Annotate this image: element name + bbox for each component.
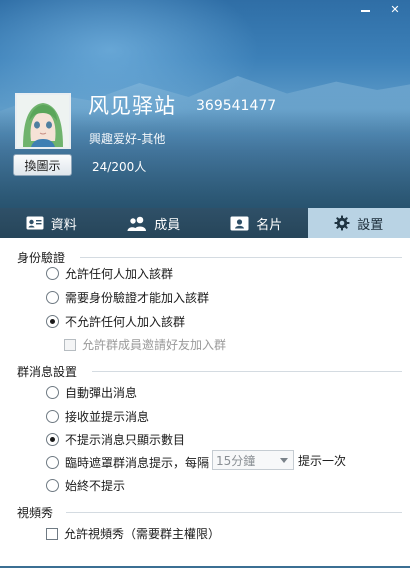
invite-friends-checkbox[interactable]: 允許群成員邀請好友加入群 (64, 336, 226, 353)
group-interest: 興趣爱好-其他 (89, 132, 166, 146)
option-label: 不允許任何人加入該群 (65, 315, 186, 329)
change-avatar-button[interactable]: 換圖示 (13, 154, 72, 176)
msg-option-count-only[interactable]: 不提示消息只顯示數目 (46, 431, 185, 448)
tab-info-label: 資料 (50, 217, 77, 233)
group-header: ✕ 风见驿站 369541477 興趣爱好-其他 換圖示 24/200人 (0, 0, 410, 208)
checkbox[interactable] (64, 338, 76, 351)
radio-button[interactable] (46, 291, 59, 304)
auth-option-anyone[interactable]: 允許任何人加入該群 (46, 265, 173, 282)
tab-settings-label: 設置 (357, 217, 384, 233)
avatar-image (17, 95, 69, 147)
radio-button[interactable] (46, 456, 59, 469)
auth-option-none[interactable]: 不允許任何人加入該群 (46, 313, 185, 330)
radio-button[interactable] (46, 315, 59, 328)
business-card-icon (230, 216, 249, 230)
group-avatar[interactable] (15, 93, 71, 149)
section-divider (66, 512, 402, 513)
msg-option-temp-block[interactable]: 臨時遮罩群消息提示，每隔 (46, 454, 209, 471)
section-divider (80, 257, 402, 258)
radio-button[interactable] (46, 433, 59, 446)
interval-select-value: 15分鐘 (216, 453, 256, 468)
option-label: 自動彈出消息 (65, 386, 138, 400)
msg-option-never[interactable]: 始終不提示 (46, 477, 125, 494)
auth-section-title: 身份驗證 (17, 251, 66, 265)
chevron-down-icon (280, 458, 288, 463)
close-button[interactable]: ✕ (380, 0, 410, 18)
option-label: 始終不提示 (65, 479, 126, 493)
msg-option-popup[interactable]: 自動彈出消息 (46, 384, 137, 401)
tab-info[interactable]: 資料 (0, 208, 103, 238)
group-name: 风见驿站 (88, 94, 176, 118)
radio-button[interactable] (46, 267, 59, 280)
radio-selected-dot (50, 437, 55, 442)
interval-suffix: 提示一次 (298, 454, 347, 468)
section-divider (92, 371, 402, 372)
gear-icon (334, 215, 350, 231)
radio-selected-dot (50, 319, 55, 324)
id-card-icon (26, 216, 44, 230)
tab-members-label: 成員 (154, 217, 181, 233)
group-id: 369541477 (196, 98, 277, 114)
interval-select[interactable]: 15分鐘 (212, 450, 294, 470)
message-section-title: 群消息設置 (17, 365, 78, 379)
option-label: 不提示消息只顯示數目 (65, 433, 186, 447)
tab-card[interactable]: 名片 (205, 208, 308, 238)
radio-button[interactable] (46, 479, 59, 492)
members-icon (127, 216, 147, 231)
option-label: 允許任何人加入該群 (65, 267, 174, 281)
radio-button[interactable] (46, 410, 59, 423)
minimize-button[interactable] (350, 0, 380, 18)
video-show-checkbox[interactable]: 允許視頻秀（需要群主權限） (46, 525, 220, 542)
checkbox[interactable] (46, 527, 58, 540)
option-label: 接收並提示消息 (65, 410, 150, 424)
auth-option-verify[interactable]: 需要身份驗證才能加入該群 (46, 289, 209, 306)
window-controls: ✕ (350, 0, 410, 18)
tab-settings[interactable]: 設置 (307, 208, 410, 238)
tab-card-label: 名片 (256, 217, 283, 233)
video-section-title: 視頻秀 (17, 506, 54, 520)
radio-button[interactable] (46, 386, 59, 399)
member-count: 24/200人 (92, 160, 147, 174)
tab-bar: 資料 成員 名片 設置 (0, 208, 410, 238)
option-label: 需要身份驗證才能加入該群 (65, 291, 210, 305)
settings-panel: 身份驗證 允許任何人加入該群 需要身份驗證才能加入該群 不允許任何人加入該群 允… (0, 238, 410, 568)
option-label: 臨時遮罩群消息提示，每隔 (65, 456, 210, 470)
option-label: 允許群成員邀請好友加入群 (82, 338, 227, 352)
msg-option-notify[interactable]: 接收並提示消息 (46, 408, 149, 425)
tab-members[interactable]: 成員 (103, 208, 206, 238)
option-label: 允許視頻秀（需要群主權限） (64, 527, 221, 541)
minimize-icon (360, 10, 370, 12)
